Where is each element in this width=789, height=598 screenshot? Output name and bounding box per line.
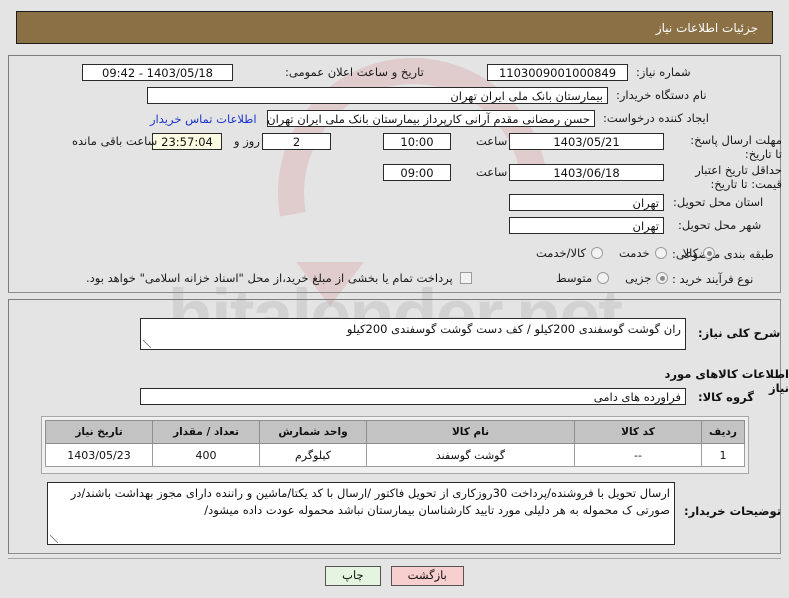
- page-title: جزئیات اطلاعات نیاز: [655, 20, 758, 35]
- process-label-wrap: نوع فرآیند خرید :: [672, 272, 753, 286]
- category-option-kala-khedmat-label: کالا/خدمت: [536, 246, 587, 260]
- col-row: ردیف: [701, 420, 745, 444]
- footer-divider: [8, 558, 781, 559]
- remaining-days-label: روز و: [234, 134, 260, 148]
- col-name: نام کالا: [366, 420, 575, 444]
- table-header-row: ردیف کد کالا نام کالا واحد شمارش تعداد /…: [45, 420, 745, 444]
- buyer-org-label: نام دستگاه خریدار:: [616, 88, 707, 102]
- process-option-jozei-label: جزیی: [625, 271, 652, 285]
- deadline-label: مهلت ارسال پاسخ: تا تاریخ:: [690, 133, 782, 162]
- countdown-label: ساعت باقی مانده: [72, 134, 158, 148]
- process-option-motavaset[interactable]: متوسط: [556, 271, 610, 285]
- cell-unit: کیلوگرم: [259, 443, 367, 467]
- deadline-date-field[interactable]: 1403/05/21: [509, 133, 664, 150]
- category-option-kala[interactable]: کالا: [683, 246, 716, 260]
- remaining-days-field: 2: [262, 133, 331, 150]
- price-validity-time-field[interactable]: 09:00: [383, 164, 451, 181]
- group-label: گروه کالا:: [698, 390, 754, 404]
- contact-link-wrap: اطلاعات تماس خریدار: [150, 112, 257, 126]
- notes-label: توضیحات خریدار:: [684, 504, 782, 518]
- category-option-kala-khedmat[interactable]: کالا/خدمت: [536, 246, 604, 260]
- cell-row: 1: [701, 443, 745, 467]
- countdown-field: 23:57:04: [152, 133, 222, 150]
- buyer-contact-link[interactable]: اطلاعات تماس خریدار: [150, 112, 257, 126]
- group-field[interactable]: فراورده های دامی: [140, 388, 686, 405]
- need-number-field[interactable]: 1103009001000849: [487, 64, 628, 81]
- table-row: 1 -- گوشت گوسفند کیلوگرم 400 1403/05/23: [45, 443, 745, 467]
- category-option-kala-label: کالا: [682, 246, 699, 260]
- radio-category-kala[interactable]: [703, 247, 716, 259]
- creator-field[interactable]: حسن رمضانی مقدم آرانی کارپرداز بیمارستان…: [267, 110, 595, 127]
- page-root: hitalender.net جزئیات اطلاعات نیاز شماره…: [0, 0, 789, 598]
- radio-category-khedmat[interactable]: [654, 247, 667, 259]
- cell-qty: 400: [152, 443, 260, 467]
- price-validity-label-wrap: حداقل تاریخ اعتبار قیمت: تا تاریخ:: [670, 163, 782, 192]
- countdown-label-wrap: ساعت باقی مانده: [72, 134, 157, 148]
- radio-category-kala-khedmat[interactable]: [591, 247, 604, 259]
- deadline-hour-label-wrap: ساعت: [476, 134, 507, 148]
- buyer-org-label-wrap: نام دستگاه خریدار:: [616, 88, 707, 102]
- radio-process-jozei[interactable]: [656, 272, 669, 284]
- col-date: تاریخ نیاز: [45, 420, 153, 444]
- col-qty: تعداد / مقدار: [152, 420, 260, 444]
- print-button[interactable]: چاپ: [325, 566, 381, 586]
- treasury-checkbox-label: پرداخت تمام یا بخشی از مبلغ خرید،از محل …: [86, 271, 453, 285]
- deadline-hour-label: ساعت: [476, 134, 508, 148]
- need-number-label: شماره نیاز:: [636, 65, 691, 79]
- province-label-wrap: استان محل تحویل:: [673, 195, 763, 209]
- process-option-jozei[interactable]: جزیی: [625, 271, 669, 285]
- province-label: استان محل تحویل:: [673, 195, 764, 209]
- deadline-time-field[interactable]: 10:00: [383, 133, 451, 150]
- process-type-label: نوع فرآیند خرید :: [672, 272, 754, 286]
- cell-code: --: [574, 443, 702, 467]
- col-code: کد کالا: [574, 420, 702, 444]
- days-label-wrap: روز و: [234, 134, 260, 148]
- public-announce-label-wrap: تاریخ و ساعت اعلان عمومی:: [285, 65, 424, 79]
- category-options: کالا خدمت کالا/خدمت: [520, 246, 716, 260]
- price-validity-hour-label-wrap: ساعت: [476, 165, 507, 179]
- creator-label: ایجاد کننده درخواست:: [603, 111, 709, 125]
- process-options: جزیی متوسط: [540, 271, 669, 285]
- city-label-wrap: شهر محل تحویل:: [678, 218, 761, 232]
- radio-process-motavaset[interactable]: [597, 272, 610, 284]
- province-field[interactable]: تهران: [509, 194, 664, 211]
- category-option-khedmat[interactable]: خدمت: [619, 246, 667, 260]
- buyer-notes-textarea[interactable]: ارسال تحویل با فروشنده/پرداخت 30روزکاری …: [47, 482, 675, 545]
- public-announce-field[interactable]: 1403/05/18 - 09:42: [82, 64, 233, 81]
- city-field[interactable]: تهران: [509, 217, 664, 234]
- treasury-checkbox-row[interactable]: پرداخت تمام یا بخشی از مبلغ خرید،از محل …: [86, 271, 472, 285]
- summary-label: شرح کلی نیاز:: [698, 326, 781, 340]
- city-label: شهر محل تحویل:: [678, 218, 762, 232]
- cell-date: 1403/05/23: [45, 443, 153, 467]
- buyer-org-field[interactable]: بیمارستان بانک ملی ایران تهران: [147, 87, 608, 104]
- goods-table: ردیف کد کالا نام کالا واحد شمارش تعداد /…: [45, 420, 745, 467]
- back-button[interactable]: بازگشت: [390, 566, 464, 586]
- category-option-khedmat-label: خدمت: [619, 246, 650, 260]
- checkbox-islamic-treasury[interactable]: [459, 272, 472, 284]
- price-validity-date-field[interactable]: 1403/06/18: [509, 164, 664, 181]
- summary-textarea[interactable]: ران گوشت گوسفندی 200کیلو / کف دست گوشت گ…: [140, 318, 686, 350]
- deadline-label-wrap: مهلت ارسال پاسخ: تا تاریخ:: [690, 133, 782, 162]
- page-title-bar: جزئیات اطلاعات نیاز: [16, 11, 773, 44]
- process-option-motavaset-label: متوسط: [556, 271, 593, 285]
- creator-label-wrap: ایجاد کننده درخواست:: [603, 111, 709, 125]
- need-number-label-wrap: شماره نیاز:: [636, 65, 691, 79]
- col-unit: واحد شمارش: [259, 420, 367, 444]
- price-validity-label: حداقل تاریخ اعتبار قیمت: تا تاریخ:: [695, 163, 782, 192]
- public-announce-label: تاریخ و ساعت اعلان عمومی:: [285, 65, 424, 79]
- price-validity-hour-label: ساعت: [476, 165, 508, 179]
- cell-name: گوشت گوسفند: [366, 443, 575, 467]
- footer-buttons: بازگشت چاپ: [0, 566, 789, 586]
